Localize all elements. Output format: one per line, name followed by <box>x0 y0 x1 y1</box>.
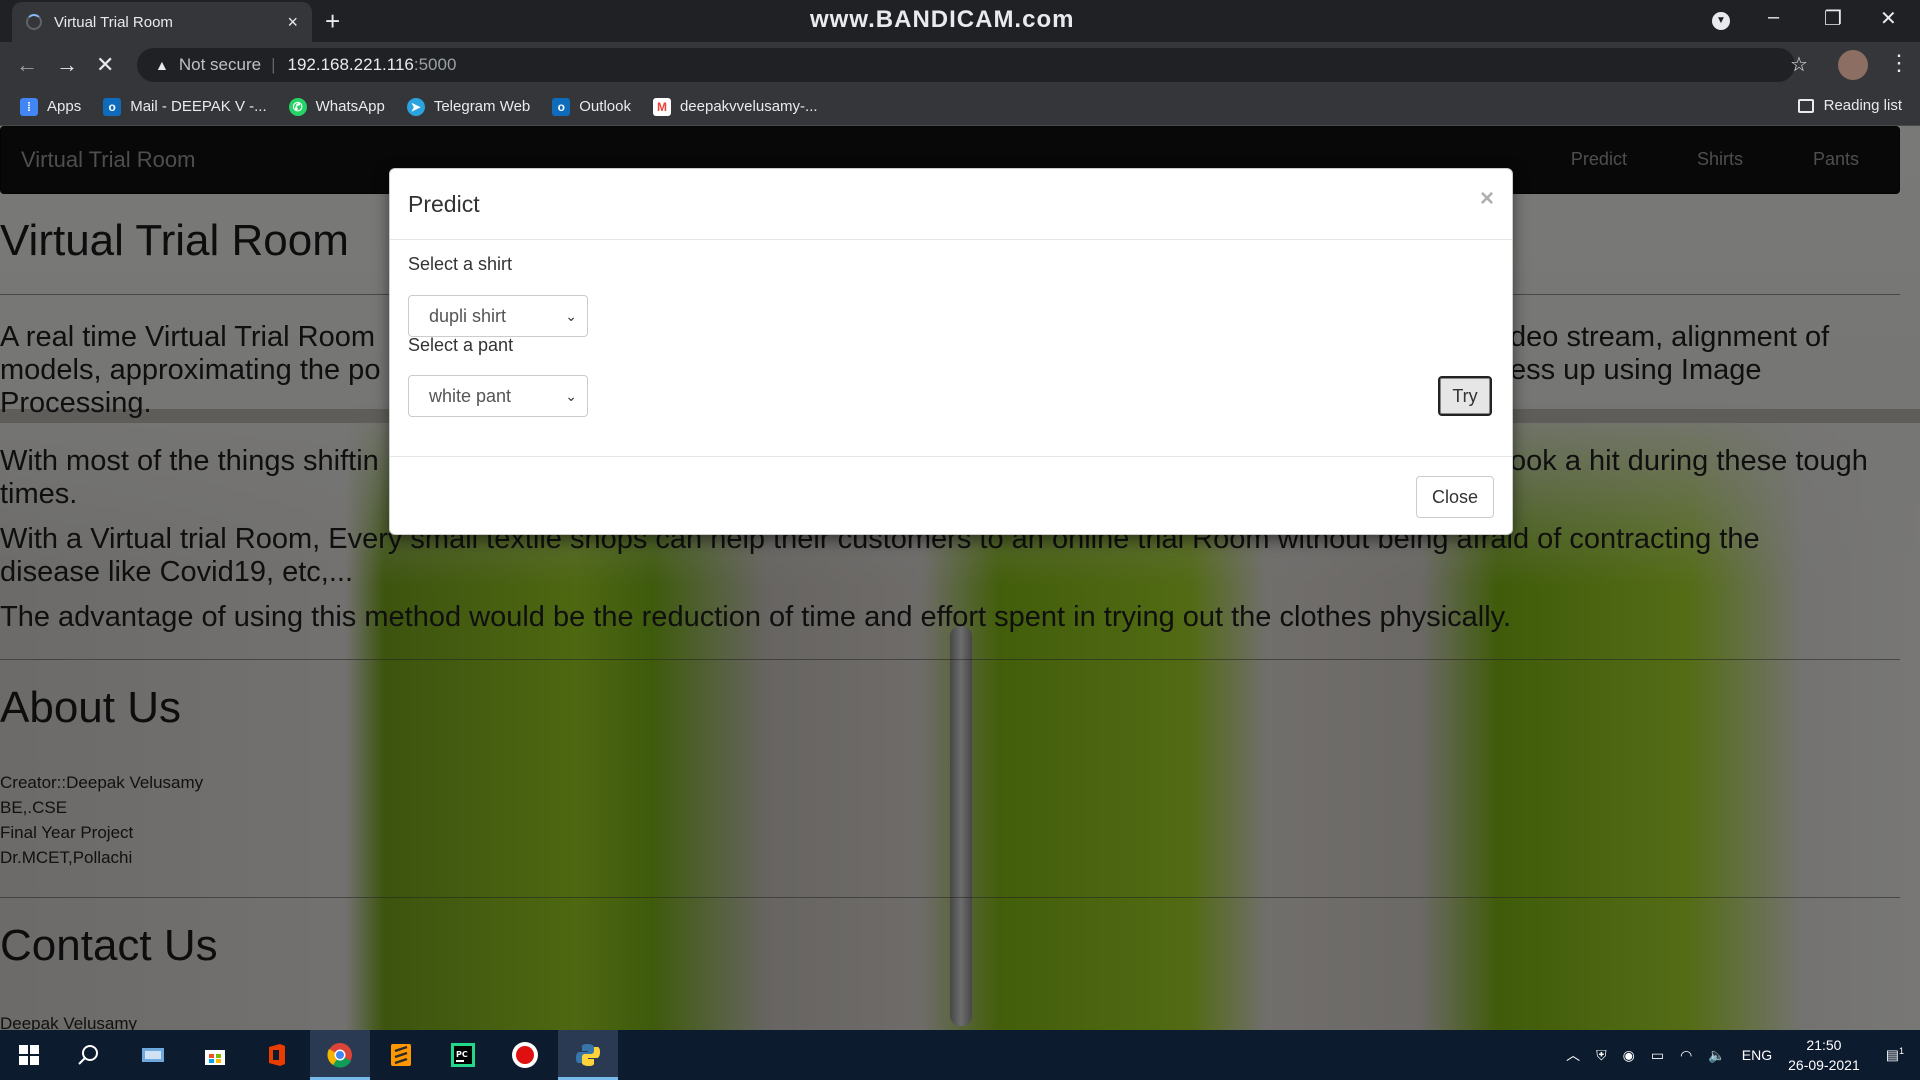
bookmark-label: Apps <box>47 98 82 115</box>
new-tab-button[interactable]: + <box>325 6 340 37</box>
search-icon[interactable] <box>72 1038 106 1072</box>
office-icon[interactable] <box>260 1038 294 1072</box>
outlook-icon: o <box>552 97 571 116</box>
bookmark-whatsapp[interactable]: ✆ WhatsApp <box>288 97 385 116</box>
tab-close-icon[interactable]: × <box>287 12 298 33</box>
notification-center-icon[interactable]: ▤1 <box>1886 1046 1904 1064</box>
try-button[interactable]: Try <box>1438 376 1492 416</box>
profile-avatar[interactable] <box>1838 50 1868 80</box>
address-bar[interactable]: ▲ Not secure | 192.168.221.116 :5000 <box>137 48 1795 82</box>
bookmark-label: WhatsApp <box>315 98 385 115</box>
restore-icon[interactable]: ❐ <box>1824 6 1842 31</box>
reading-list-icon <box>1797 98 1814 113</box>
bookmark-telegram[interactable]: ➤ Telegram Web <box>406 97 531 116</box>
bookmark-label: deepakvvelusamy-... <box>679 98 818 115</box>
forward-arrow-icon[interactable]: → <box>56 52 78 78</box>
bookmark-outlook[interactable]: o Outlook <box>552 97 631 116</box>
bandicam-watermark: www.BANDICAM.com <box>810 6 1075 33</box>
modal-close-icon[interactable]: × <box>1480 185 1494 213</box>
wifi-icon[interactable]: ◠ <box>1680 1047 1692 1064</box>
modal-title: Predict <box>408 191 480 217</box>
bookmark-label: Telegram Web <box>433 98 531 115</box>
windows-taskbar: PC ︿ ⛨ ◉ ▭ ◠ 🔈 ENG 21:50 26-09-2021 ▤1 <box>0 1030 1920 1080</box>
not-secure-label: Not secure <box>178 55 262 74</box>
bookmark-label: Mail - DEEPAK V -... <box>130 98 267 115</box>
browser-title-bar: Virtual Trial Room × + www.BANDICAM.com … <box>0 0 1920 42</box>
back-arrow-icon[interactable]: ← <box>16 52 38 78</box>
clock-time: 21:50 <box>1806 1037 1842 1053</box>
bookmark-gmail[interactable]: M deepakvvelusamy-... <box>652 97 818 116</box>
stop-loading-icon[interactable]: ✕ <box>96 52 114 78</box>
predict-modal: Predict × Select a shirt dupli shirt ⌄ S… <box>389 168 1513 535</box>
language-indicator[interactable]: ENG <box>1742 1047 1772 1063</box>
chevron-down-icon: ⌄ <box>565 308 577 324</box>
url-host: 192.168.221.116 <box>287 55 414 74</box>
sublime-text-icon[interactable] <box>384 1038 418 1072</box>
windows-start-icon[interactable] <box>12 1038 46 1072</box>
bookmarks-bar: ⁞ Apps o Mail - DEEPAK V -... ✆ WhatsApp… <box>0 88 1920 126</box>
tab-search-icon[interactable]: ▼ <box>1712 12 1730 30</box>
python-icon[interactable] <box>571 1038 605 1072</box>
chrome-icon[interactable] <box>323 1038 357 1072</box>
bookmark-mail[interactable]: o Mail - DEEPAK V -... <box>103 97 267 116</box>
clock-date: 26-09-2021 <box>1788 1057 1860 1073</box>
modal-header: Predict × <box>390 169 1512 240</box>
svg-text:PC: PC <box>456 1050 468 1059</box>
gmail-icon: M <box>652 97 671 116</box>
windows-security-icon[interactable]: ⛨ <box>1596 1047 1607 1064</box>
show-hidden-icons-icon[interactable]: ︿ <box>1566 1045 1580 1065</box>
bandicam-record-icon[interactable] <box>508 1038 542 1072</box>
address-separator: | <box>271 55 276 74</box>
outlook-mail-icon: o <box>103 97 122 116</box>
pant-select[interactable]: white pant ⌄ <box>408 375 588 417</box>
page-viewport: Virtual Trial Room A real time Virtual T… <box>0 126 1920 1030</box>
battery-icon[interactable]: ▭ <box>1651 1047 1664 1064</box>
volume-icon[interactable]: 🔈 <box>1708 1047 1725 1064</box>
notification-count: 1 <box>1898 1046 1904 1057</box>
pycharm-icon[interactable]: PC <box>446 1038 480 1072</box>
pant-select-label: Select a pant <box>408 335 514 355</box>
system-clock[interactable]: 21:50 26-09-2021 <box>1788 1035 1860 1075</box>
window-close-icon[interactable]: ✕ <box>1880 6 1897 31</box>
browser-menu-icon[interactable]: ⋮ <box>1888 50 1910 76</box>
minimize-icon[interactable]: – <box>1768 6 1779 29</box>
browser-toolbar: ← → ✕ ▲ Not secure | 192.168.221.116 :50… <box>0 42 1920 88</box>
browser-tab[interactable]: Virtual Trial Room × <box>12 2 312 42</box>
shirt-select[interactable]: dupli shirt ⌄ <box>408 295 588 337</box>
modal-footer: Close <box>390 456 1512 536</box>
shirt-select-label: Select a shirt <box>408 254 513 274</box>
loading-spinner-icon <box>26 14 42 30</box>
reading-list-button[interactable]: Reading list <box>1797 97 1902 114</box>
microsoft-store-icon[interactable] <box>198 1038 232 1072</box>
close-button[interactable]: Close <box>1416 476 1494 518</box>
tab-title: Virtual Trial Room <box>54 13 173 31</box>
system-tray: ︿ ⛨ ◉ ▭ ◠ 🔈 ENG 21:50 26-09-2021 ▤1 <box>1566 1030 1920 1080</box>
pant-select-value: white pant <box>429 386 512 406</box>
warning-triangle-icon: ▲ <box>155 57 169 73</box>
shirt-select-value: dupli shirt <box>429 306 507 326</box>
apps-grid-icon: ⁞ <box>20 97 38 116</box>
webcam-icon[interactable]: ◉ <box>1623 1047 1635 1064</box>
reading-list-label: Reading list <box>1823 97 1902 114</box>
url-port: :5000 <box>413 55 457 74</box>
task-view-icon[interactable] <box>136 1038 170 1072</box>
telegram-icon: ➤ <box>406 97 425 116</box>
whatsapp-icon: ✆ <box>288 97 307 116</box>
bookmark-apps[interactable]: ⁞ Apps <box>20 97 82 116</box>
bookmark-star-icon[interactable]: ☆ <box>1790 52 1808 77</box>
bookmark-label: Outlook <box>579 98 631 115</box>
chevron-down-icon: ⌄ <box>565 388 577 404</box>
